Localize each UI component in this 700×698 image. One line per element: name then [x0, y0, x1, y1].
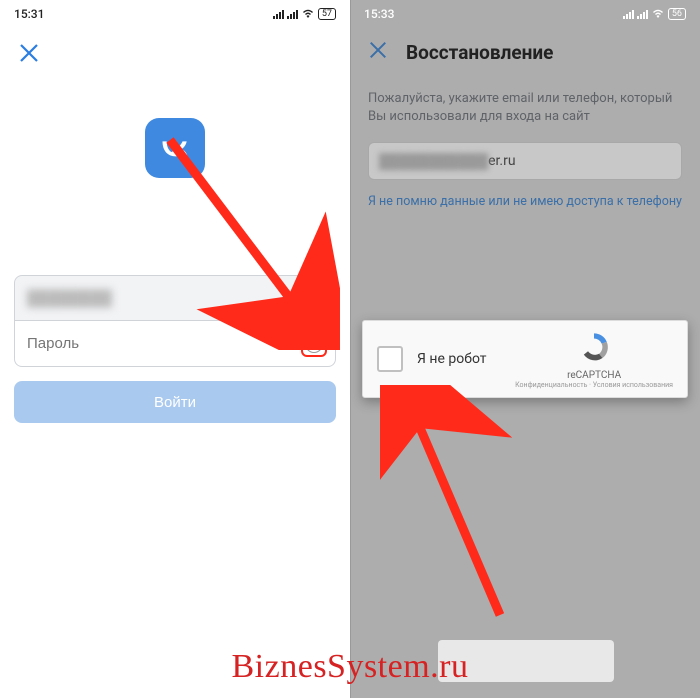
status-time: 15:31 [14, 7, 44, 21]
email-input[interactable]: ███████████ er.ru [368, 142, 682, 180]
pane-divider [350, 0, 351, 698]
help-icon[interactable]: ? [305, 335, 323, 353]
wifi-icon [301, 8, 315, 20]
signal-icon [273, 9, 284, 19]
username-blurred: ████████ [27, 289, 323, 307]
login-button[interactable]: Войти [14, 381, 336, 423]
email-suffix: er.ru [488, 153, 515, 169]
signal-icon [623, 9, 634, 19]
recaptcha-checkbox[interactable] [377, 346, 403, 372]
recaptcha-label: Я не робот [417, 351, 487, 367]
recaptcha-brand: reCAPTCHA [515, 370, 673, 381]
signal-icon [637, 9, 648, 19]
recovery-screen: 15:33 56 Восстановление Пожалуйста, укаж… [350, 0, 700, 698]
password-field[interactable]: ? [14, 321, 336, 367]
recaptcha-widget: Я не робот reCAPTCHA Конфиденциальность … [362, 320, 688, 398]
email-blurred: ███████████ [379, 153, 488, 170]
close-button[interactable] [18, 42, 40, 64]
recovery-body: Пожалуйста, укажите email или телефон, к… [368, 90, 682, 209]
status-indicators: 57 [273, 8, 336, 20]
status-indicators: 56 [623, 8, 686, 20]
status-time: 15:33 [364, 7, 394, 21]
status-bar: 15:33 56 [350, 0, 700, 28]
recaptcha-branding: reCAPTCHA Конфиденциальность · Условия и… [515, 330, 673, 389]
login-form: ████████ ? Войти [14, 275, 336, 423]
page-title: Восстановление [406, 41, 553, 64]
recaptcha-terms: Конфиденциальность · Условия использован… [515, 381, 673, 389]
battery-indicator: 56 [668, 8, 686, 20]
recovery-header: Восстановление [350, 40, 700, 64]
battery-indicator: 57 [318, 8, 336, 20]
password-input[interactable] [27, 335, 323, 352]
forgot-link[interactable]: Я не помню данные или не имею доступа к … [368, 194, 682, 209]
watermark: BiznesSystem.ru [232, 648, 469, 686]
close-button[interactable] [368, 40, 388, 64]
password-help-highlight: ? [301, 331, 327, 357]
recaptcha-icon [577, 330, 611, 364]
username-field[interactable]: ████████ [14, 275, 336, 321]
wifi-icon [651, 8, 665, 20]
vk-logo [145, 118, 205, 178]
login-screen: 15:31 57 ████████ ? Войти [0, 0, 350, 698]
recovery-instruction: Пожалуйста, укажите email или телефон, к… [368, 90, 682, 126]
status-bar: 15:31 57 [0, 0, 350, 28]
signal-icon [287, 9, 298, 19]
